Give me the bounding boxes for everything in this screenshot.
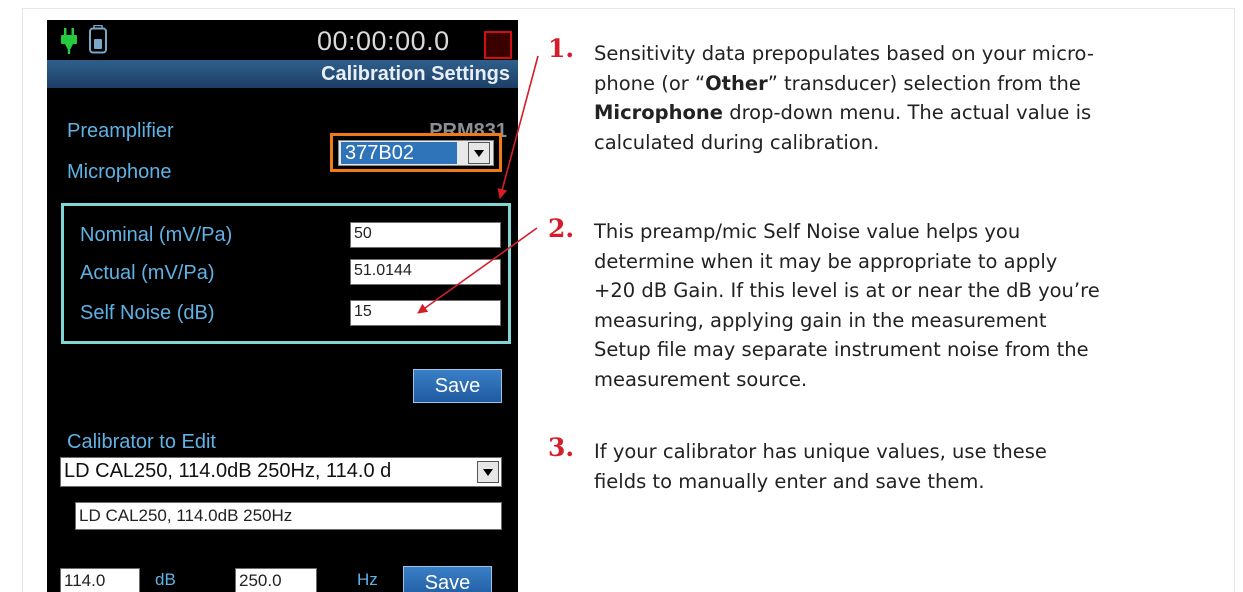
- self-noise-label: Self Noise (dB): [80, 302, 215, 324]
- save-sensitivity-button[interactable]: Save: [413, 369, 502, 403]
- frequency-unit: Hz: [357, 570, 378, 589]
- frequency-field[interactable]: 250.0: [235, 568, 317, 592]
- nominal-field[interactable]: 50: [350, 222, 501, 248]
- status-bar: 00:00:00.0: [47, 20, 518, 60]
- note-1-text: Sensitivity data prepopulates based on y…: [594, 39, 1224, 157]
- note-3-text: If your calibrator has unique values, us…: [594, 437, 1224, 496]
- note-2-line: Setup file may separate instrument noise…: [594, 338, 1089, 361]
- note-1-segment: drop-down menu. The actual value is: [723, 101, 1092, 124]
- preamplifier-label: Preamplifier: [67, 120, 174, 142]
- calibrator-name-field[interactable]: LD CAL250, 114.0dB 250Hz: [75, 502, 502, 530]
- screen-title: Calibration Settings: [321, 63, 510, 85]
- battery-icon: [89, 25, 107, 54]
- chevron-down-icon[interactable]: [468, 142, 490, 164]
- save-calibrator-button[interactable]: Save: [403, 566, 492, 592]
- microphone-selected: 377B02: [341, 142, 457, 164]
- nominal-label: Nominal (mV/Pa): [80, 224, 233, 246]
- note-3-number: 3.: [548, 433, 575, 462]
- note-1-number: 1.: [548, 34, 575, 63]
- plug-icon: [61, 28, 77, 54]
- self-noise-field[interactable]: 15: [350, 300, 501, 326]
- level-unit: dB: [155, 570, 176, 589]
- note-2-line: This preamp/mic Self Noise value helps y…: [594, 220, 1021, 243]
- calibrator-selected: LD CAL250, 114.0dB 250Hz, 114.0 d: [64, 460, 392, 482]
- elapsed-timer: 00:00:00.0: [317, 26, 450, 56]
- note-1-line: calculated during calibration.: [594, 130, 880, 154]
- note-2-line: measurement source.: [594, 367, 808, 391]
- microphone-label: Microphone: [67, 161, 172, 183]
- note-3-line: fields to manually enter and save them.: [594, 469, 985, 493]
- chevron-down-icon[interactable]: [477, 461, 499, 483]
- note-1-line: phone (or “Other” transducer) selection …: [594, 69, 1224, 99]
- note-1-bold-other: Other: [705, 71, 768, 95]
- note-1-segment: ” transducer) selection from the: [767, 71, 1081, 95]
- note-1-bold-microphone: Microphone: [594, 101, 724, 124]
- note-1-line: Microphone drop-down menu. The actual va…: [594, 98, 1224, 128]
- note-3-line: If your calibrator has unique values, us…: [594, 440, 1047, 463]
- actual-label: Actual (mV/Pa): [80, 262, 215, 284]
- note-2-line: +20 dB Gain. If this level is at or near…: [594, 279, 1100, 302]
- actual-field[interactable]: 51.0144: [350, 259, 501, 285]
- screen-title-bar: Calibration Settings: [47, 60, 518, 88]
- calibrator-label: Calibrator to Edit: [67, 431, 216, 453]
- microphone-highlight: 377B02: [330, 133, 502, 172]
- note-1-segment: phone (or “: [594, 71, 706, 95]
- note-1-line: Sensitivity data prepopulates based on y…: [594, 42, 1094, 65]
- level-field[interactable]: 114.0: [60, 568, 140, 592]
- note-2-line: measuring, applying gain in the measurem…: [594, 308, 1047, 332]
- device-screen: 00:00:00.0 Calibration Settings Preampli…: [47, 20, 518, 592]
- note-2-line: determine when it may be appropriate to …: [594, 249, 1058, 273]
- stop-icon[interactable]: [484, 31, 512, 59]
- calibrator-dropdown[interactable]: LD CAL250, 114.0dB 250Hz, 114.0 d: [60, 457, 502, 487]
- note-2-number: 2.: [548, 214, 575, 243]
- note-2-text: This preamp/mic Self Noise value helps y…: [594, 217, 1224, 394]
- microphone-dropdown[interactable]: 377B02: [338, 140, 494, 166]
- sensitivity-box: Nominal (mV/Pa) 50 Actual (mV/Pa) 51.014…: [61, 203, 511, 344]
